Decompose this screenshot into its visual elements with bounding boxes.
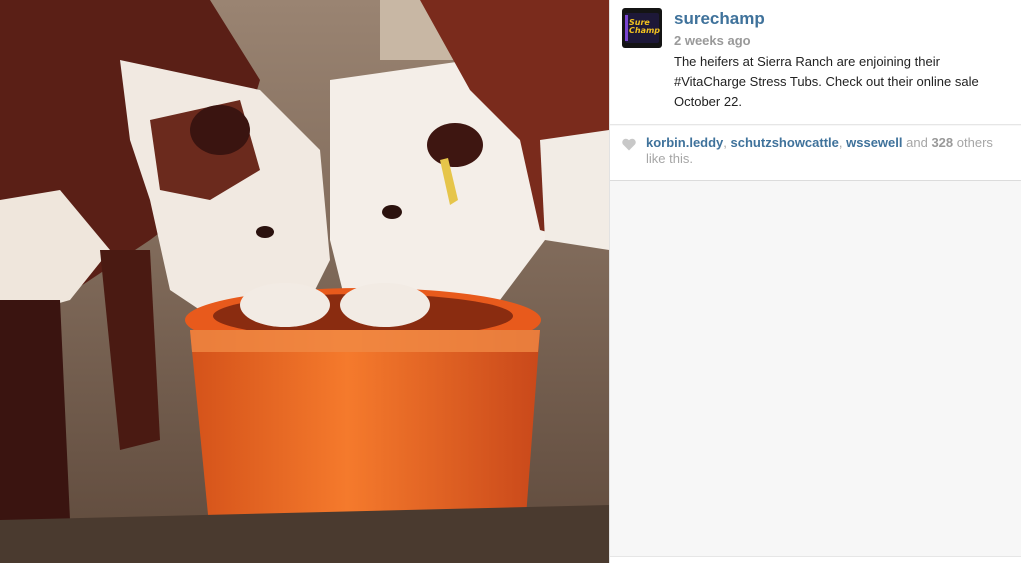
- post-caption: The heifers at Sierra Ranch are enjoinin…: [674, 54, 979, 109]
- avatar-logo: Sure Champ: [625, 13, 660, 43]
- post-details-panel: Sure Champ surechamp 2 weeks ago The hei…: [609, 0, 1021, 563]
- likes-and-text: and: [906, 135, 928, 150]
- likes-count[interactable]: 328: [931, 135, 953, 150]
- comment-area-edge: [610, 556, 1021, 563]
- liker-link[interactable]: korbin.leddy: [646, 135, 723, 150]
- avatar-text-line2: Champ: [629, 26, 661, 35]
- likes-section: korbin.leddy, schutzshowcattle, wssewell…: [610, 126, 1021, 181]
- heart-icon[interactable]: [622, 138, 636, 151]
- liker-link[interactable]: wssewell: [846, 135, 902, 150]
- avatar-logo-text: Sure Champ: [629, 19, 660, 35]
- photo-heifers-eating-from-tub: [0, 0, 609, 563]
- avatar[interactable]: Sure Champ: [622, 8, 662, 48]
- likes-summary: korbin.leddy, schutzshowcattle, wssewell…: [646, 135, 1006, 167]
- post-header: Sure Champ surechamp 2 weeks ago The hei…: [610, 0, 1021, 125]
- post-timestamp: 2 weeks ago: [674, 33, 751, 48]
- post-photo[interactable]: [0, 0, 609, 563]
- liker-separator: ,: [723, 135, 731, 150]
- liker-link[interactable]: schutzshowcattle: [731, 135, 839, 150]
- username-link[interactable]: surechamp: [674, 9, 765, 29]
- avatar-accent-bar: [625, 15, 628, 41]
